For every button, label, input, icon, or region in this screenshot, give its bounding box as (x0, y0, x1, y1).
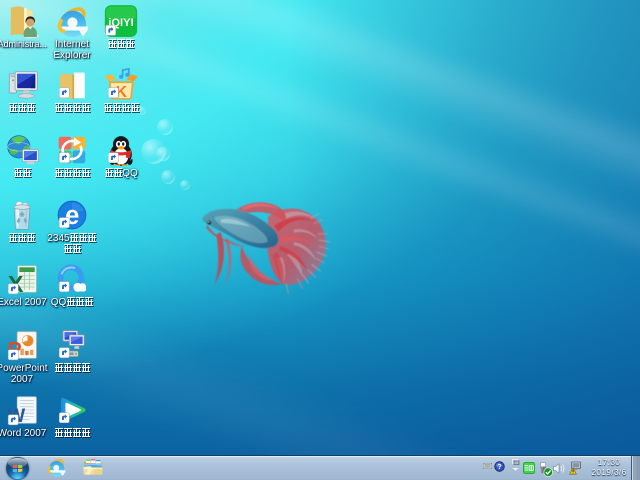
svg-text:?: ? (497, 462, 502, 471)
